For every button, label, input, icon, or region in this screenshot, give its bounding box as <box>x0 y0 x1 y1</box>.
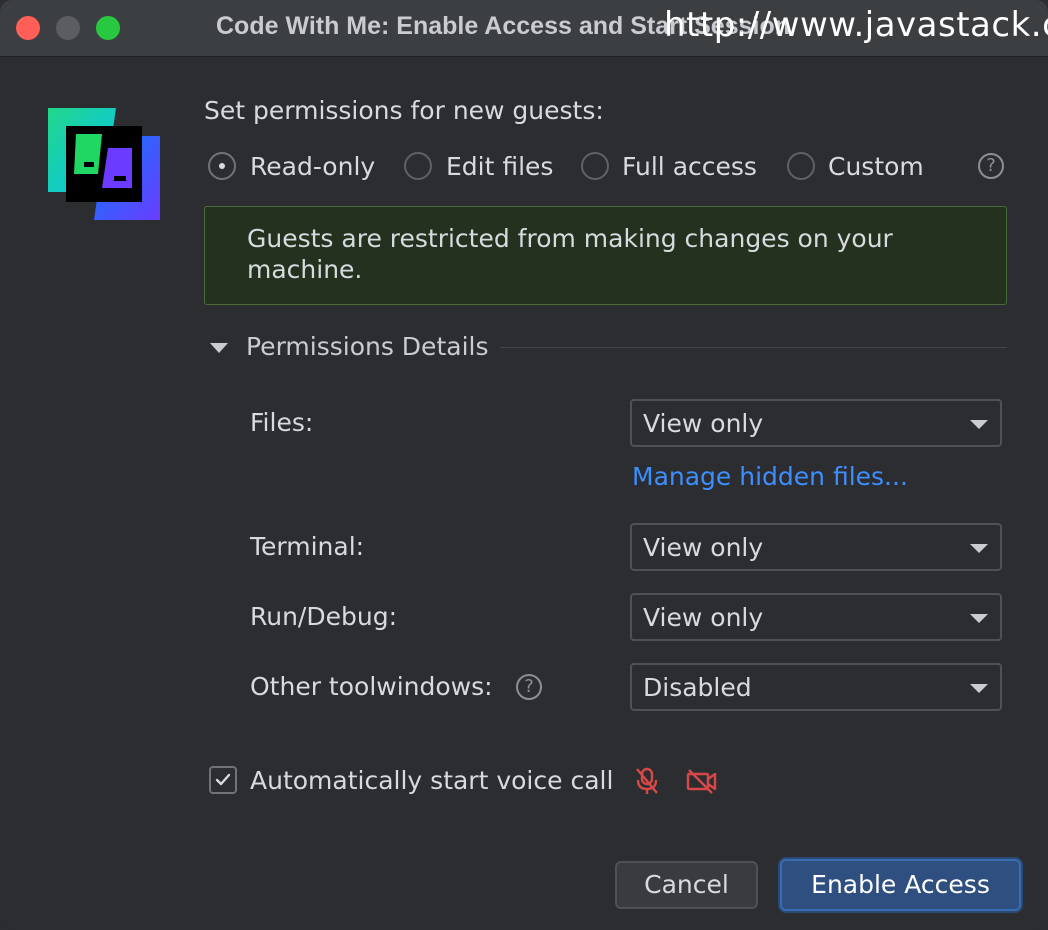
minimize-window-button[interactable] <box>56 16 80 40</box>
toolwindows-label: Other toolwindows: <box>250 672 493 701</box>
toolwindows-dropdown[interactable]: Disabled <box>630 663 1002 711</box>
terminal-dropdown-value: View only <box>643 533 764 562</box>
radio-read-only[interactable] <box>208 152 236 180</box>
files-dropdown-value: View only <box>643 409 764 438</box>
toolwindows-dropdown-value: Disabled <box>643 673 752 702</box>
radio-custom[interactable] <box>787 152 815 180</box>
info-banner-text: Guests are restricted from making change… <box>247 224 893 284</box>
dropdown-arrow-icon <box>970 544 988 553</box>
files-dropdown[interactable]: View only <box>630 399 1002 447</box>
dialog-window: Code With Me: Enable Access and Start Se… <box>0 0 1048 930</box>
camera-off-icon[interactable] <box>686 768 718 798</box>
section-divider <box>500 347 1007 348</box>
rundebug-dropdown[interactable]: View only <box>630 593 1002 641</box>
chevron-down-icon[interactable] <box>210 343 228 353</box>
code-with-me-logo <box>48 108 160 220</box>
radio-full-access-label[interactable]: Full access <box>622 152 757 181</box>
voice-call-label[interactable]: Automatically start voice call <box>250 766 613 795</box>
radio-edit-files-label[interactable]: Edit files <box>446 152 553 181</box>
rundebug-dropdown-value: View only <box>643 603 764 632</box>
enable-access-button[interactable]: Enable Access <box>780 859 1021 911</box>
checkmark-icon <box>215 773 231 786</box>
radio-edit-files[interactable] <box>404 152 432 180</box>
permissions-details-header[interactable]: Permissions Details <box>246 332 488 361</box>
rundebug-label: Run/Debug: <box>250 602 397 631</box>
voice-call-checkbox[interactable] <box>209 766 237 794</box>
close-window-button[interactable] <box>16 16 40 40</box>
title-bar: Code With Me: Enable Access and Start Se… <box>0 0 1048 57</box>
dropdown-arrow-icon <box>970 684 988 693</box>
watermark-text: http://www.javastack.cn <box>664 5 1048 45</box>
terminal-dropdown[interactable]: View only <box>630 523 1002 571</box>
cancel-button[interactable]: Cancel <box>615 861 758 909</box>
manage-hidden-files-link[interactable]: Manage hidden files... <box>632 462 908 491</box>
dropdown-arrow-icon <box>970 420 988 429</box>
radio-full-access[interactable] <box>581 152 609 180</box>
files-label: Files: <box>250 408 314 437</box>
question-mark-icon[interactable]: ? <box>516 674 542 700</box>
microphone-off-icon[interactable] <box>633 766 661 800</box>
dropdown-arrow-icon <box>970 614 988 623</box>
maximize-window-button[interactable] <box>96 16 120 40</box>
question-mark-icon[interactable]: ? <box>978 153 1004 179</box>
terminal-label: Terminal: <box>250 532 365 561</box>
radio-read-only-label[interactable]: Read-only <box>250 152 375 181</box>
permissions-heading: Set permissions for new guests: <box>204 96 604 125</box>
info-banner: Guests are restricted from making change… <box>204 206 1007 305</box>
radio-custom-label[interactable]: Custom <box>828 152 924 181</box>
